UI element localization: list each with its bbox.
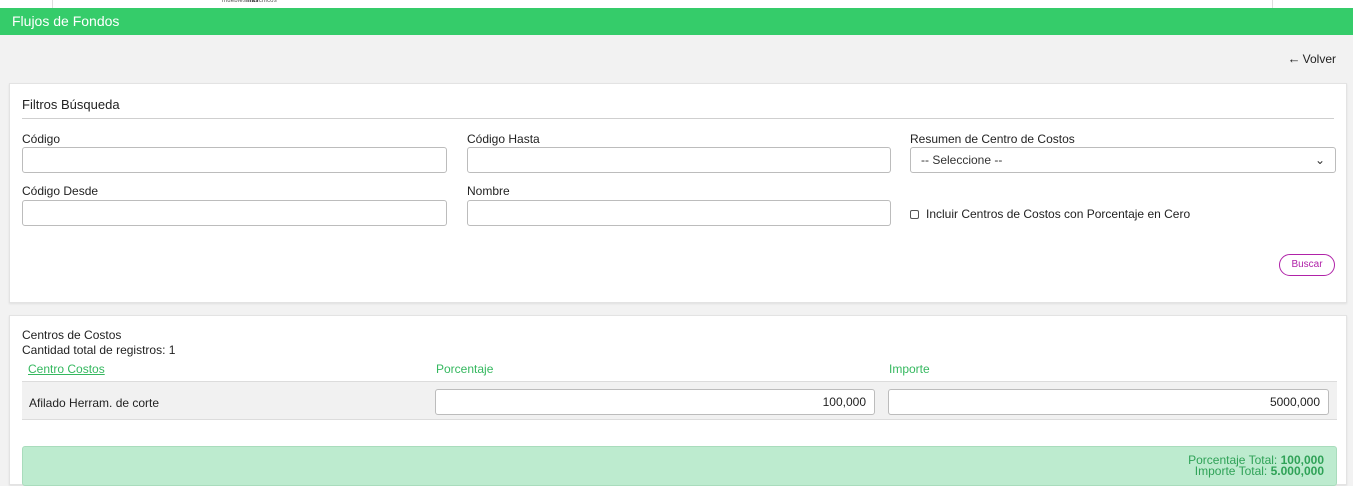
table-row: Afilado Herram. de corte 100,000 5000,00… bbox=[22, 381, 1337, 420]
filters-title: Filtros Búsqueda bbox=[22, 97, 120, 112]
buscar-button[interactable]: Buscar bbox=[1279, 254, 1335, 276]
divider bbox=[52, 0, 53, 8]
porcentaje-input[interactable]: 100,000 bbox=[435, 389, 875, 415]
importe-total-label: Importe Total: bbox=[1194, 464, 1268, 478]
column-header-porcentaje: Porcentaje bbox=[436, 362, 494, 376]
column-header-importe: Importe bbox=[889, 362, 930, 376]
column-header-centro-costos[interactable]: Centro Costos bbox=[28, 362, 105, 376]
results-panel: Centros de Costos Cantidad total de regi… bbox=[9, 315, 1347, 486]
top-strip: mueblesmaschicos bbox=[0, 0, 1353, 8]
centro-costos-cell: Afilado Herram. de corte bbox=[29, 396, 160, 410]
nombre-input[interactable] bbox=[467, 200, 891, 226]
resumen-selected: -- Seleccione -- bbox=[921, 153, 1003, 167]
codigo-desde-input[interactable] bbox=[22, 200, 447, 226]
incluir-cero-checkbox[interactable] bbox=[910, 209, 919, 219]
importe-total: Importe Total: 5.000,000 bbox=[1195, 464, 1324, 478]
nombre-label: Nombre bbox=[467, 184, 510, 198]
page-title: Flujos de Fondos bbox=[12, 13, 120, 29]
incluir-cero-label: Incluir Centros de Costos con Porcentaje… bbox=[926, 207, 1191, 221]
codigo-input[interactable] bbox=[22, 147, 447, 173]
codigo-hasta-label: Código Hasta bbox=[467, 132, 540, 146]
codigo-label: Código bbox=[22, 132, 61, 146]
codigo-hasta-input[interactable] bbox=[467, 147, 891, 173]
resumen-select[interactable]: -- Seleccione -- ⌄ bbox=[910, 147, 1336, 173]
brand-logo[interactable]: mueblesmaschicos bbox=[222, 0, 277, 4]
results-count: Cantidad total de registros: 1 bbox=[22, 343, 176, 357]
totals-box: Porcentaje Total: 100,000 Importe Total:… bbox=[22, 446, 1337, 486]
incluir-cero-option[interactable]: Incluir Centros de Costos con Porcentaje… bbox=[910, 207, 1190, 221]
resumen-label: Resumen de Centro de Costos bbox=[910, 132, 1075, 146]
arrow-left-icon: ← bbox=[1287, 51, 1301, 66]
codigo-desde-label: Código Desde bbox=[22, 184, 99, 198]
results-title: Centros de Costos bbox=[22, 328, 122, 342]
importe-input[interactable]: 5000,000 bbox=[888, 389, 1329, 415]
page-title-bar: Flujos de Fondos bbox=[0, 8, 1353, 35]
filters-panel: Filtros Búsqueda Código Código Hasta Res… bbox=[9, 83, 1347, 303]
back-label: Volver bbox=[1302, 52, 1336, 66]
back-link[interactable]: ← Volver bbox=[1288, 51, 1336, 66]
divider bbox=[1272, 0, 1273, 8]
importe-total-value: 5.000,000 bbox=[1270, 464, 1324, 478]
chevron-down-icon: ⌄ bbox=[1314, 153, 1325, 167]
divider bbox=[22, 118, 1334, 119]
